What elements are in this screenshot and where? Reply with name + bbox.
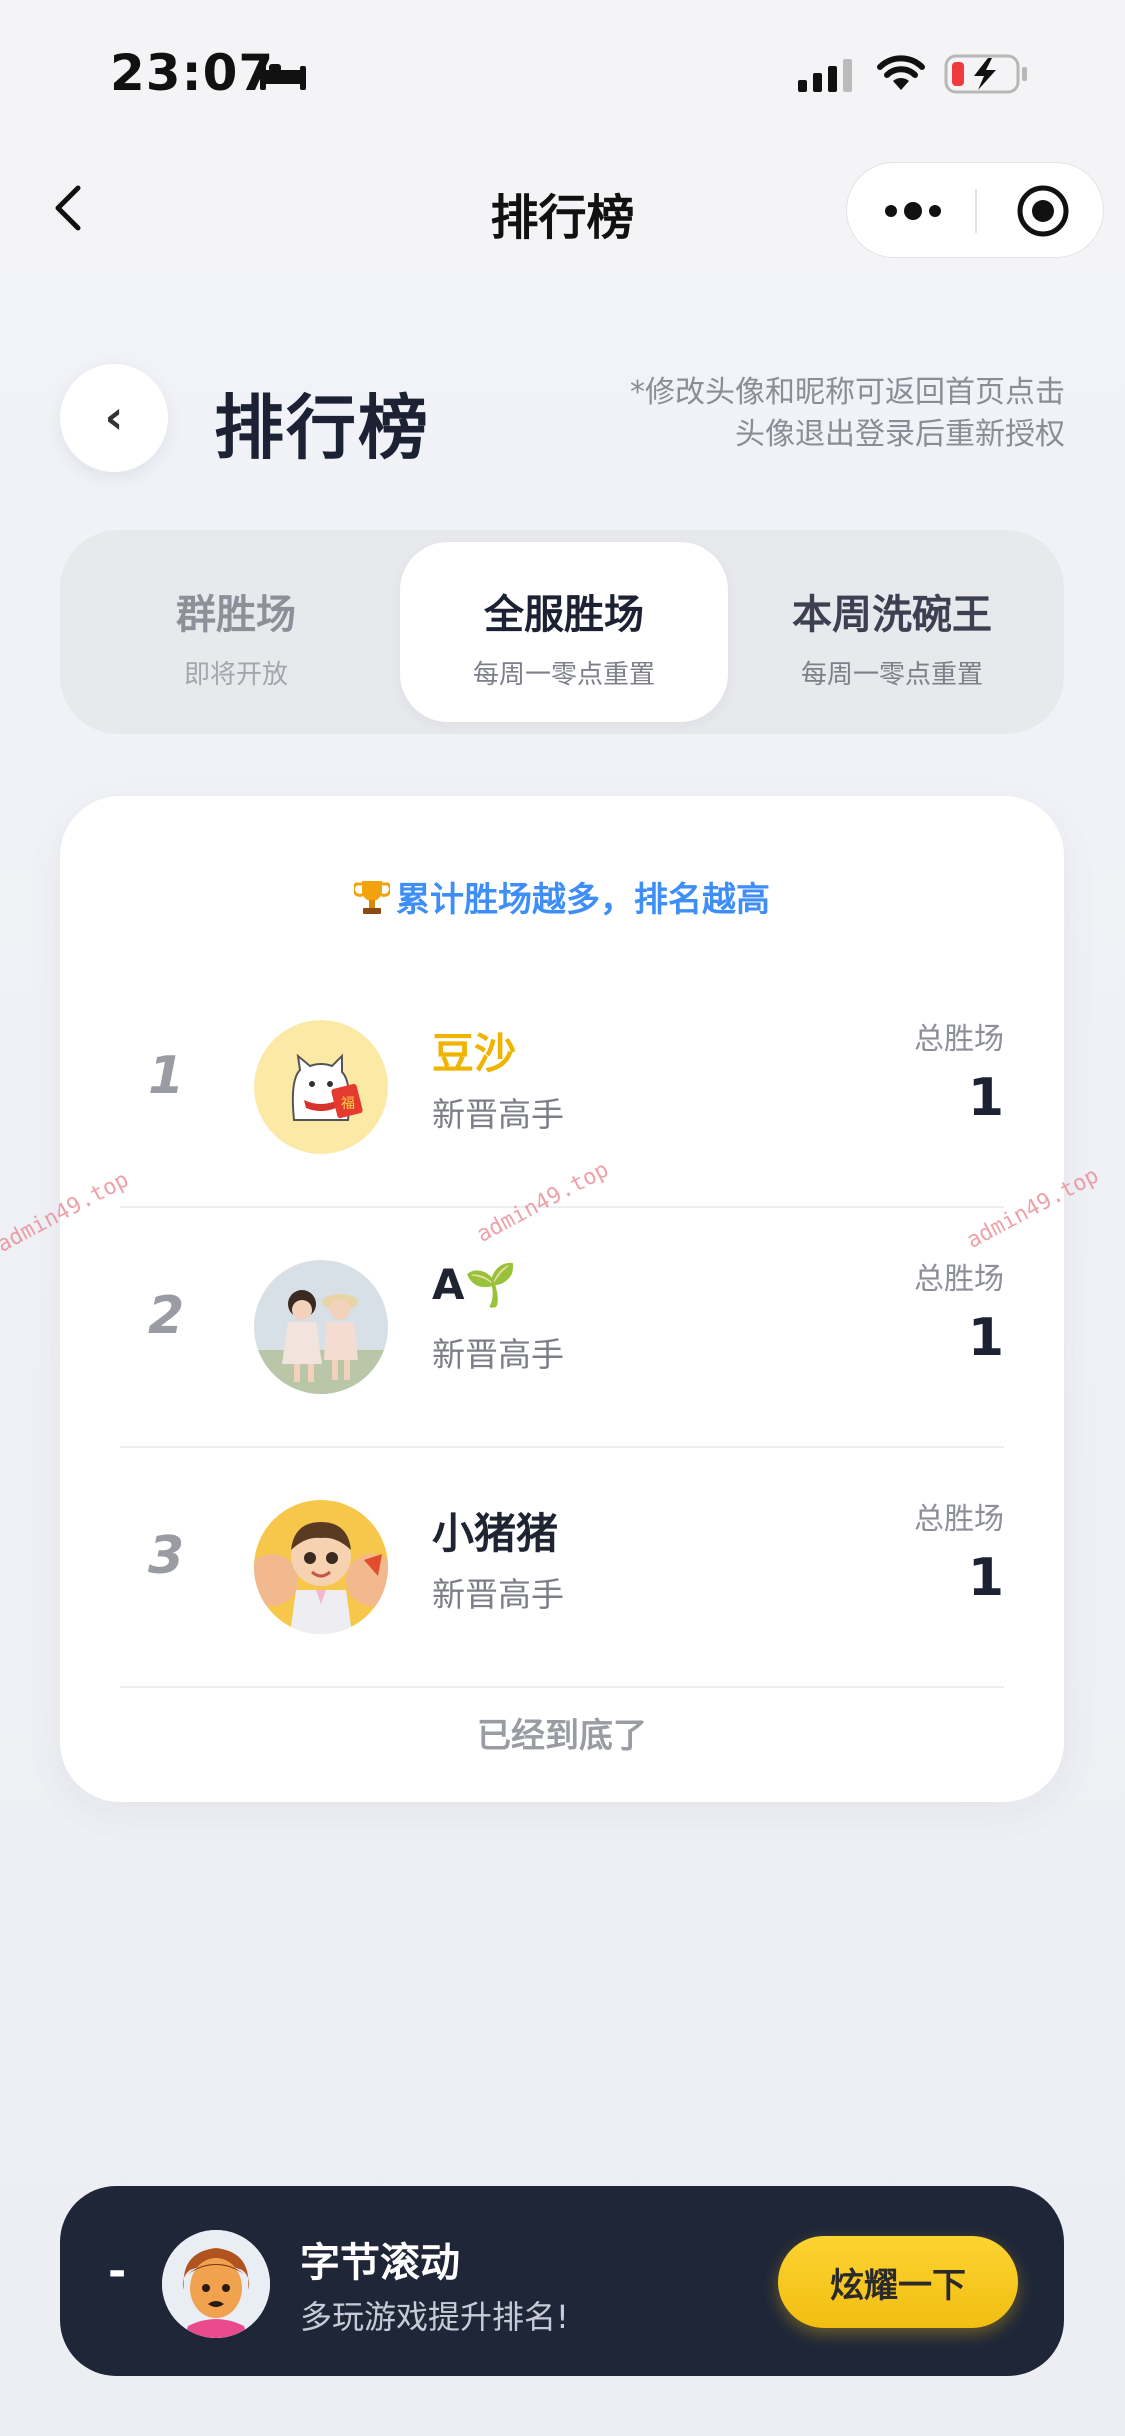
tab-sub: 每周一零点重置	[800, 660, 983, 690]
tab-label: 本周洗碗王	[792, 592, 992, 638]
player-level: 新晋高手	[432, 1575, 564, 1614]
status-bar: 23:07	[0, 0, 1125, 150]
signal-icon	[798, 59, 852, 92]
avatar	[162, 2230, 270, 2338]
avatar	[254, 1500, 388, 1634]
leaderboard-row[interactable]: 2 A🌱 新晋高手 总胜场 1	[120, 1208, 1004, 1448]
header-note-line1: *修改头像和昵称可返回首页点击	[630, 375, 1065, 410]
tab-group-wins[interactable]: 群胜场 即将开放	[72, 542, 400, 722]
my-name: 字节滚动	[300, 2240, 460, 2286]
row-divider	[120, 1686, 1004, 1688]
tab-global-wins[interactable]: 全服胜场 每周一零点重置	[400, 542, 728, 722]
my-rank-hint: 多玩游戏提升排名!	[300, 2298, 569, 2336]
leaderboard-row[interactable]: 1 福 豆沙 新晋高手 总胜场 1	[120, 968, 1004, 1208]
trophy-icon	[354, 881, 390, 914]
rank-number: 2	[148, 1286, 185, 1346]
leaderboard-row[interactable]: 3 小猪猪 新晋高手 总胜场 1	[120, 1448, 1004, 1688]
score-value: 1	[967, 1548, 1004, 1608]
target-icon[interactable]	[1015, 183, 1071, 239]
rank-number: 3	[148, 1526, 185, 1586]
leaderboard-tip-text: 累计胜场越多，排名越高	[396, 880, 770, 920]
leaderboard-card: 累计胜场越多，排名越高 1 福 豆沙 新晋高手 总胜场 1 2 A🌱 新晋高手 …	[60, 796, 1064, 1802]
avatar: 福	[254, 1020, 388, 1154]
my-rank-number: -	[108, 2246, 127, 2297]
leaderboard-tabs: 群胜场 即将开放 全服胜场 每周一零点重置 本周洗碗王 每周一零点重置	[60, 530, 1064, 734]
leaderboard-page: 23:07 排行榜 ‹ 排行榜 *修改头像和昵称可返回首页点击 头像退出登录后重…	[0, 0, 1125, 2436]
tab-label: 全服胜场	[484, 592, 644, 638]
leaderboard-tip: 累计胜场越多，排名越高	[60, 872, 1064, 921]
battery-charging-icon	[944, 54, 1027, 94]
header-note: *修改头像和昵称可返回首页点击 头像退出登录后重新授权	[605, 372, 1065, 456]
status-time: 23:07	[110, 44, 275, 102]
score-label: 总胜场	[914, 1502, 1004, 1537]
capsule-divider	[975, 189, 977, 233]
player-name: A🌱	[432, 1260, 517, 1309]
bed-icon	[260, 60, 306, 90]
player-name: 小猪猪	[432, 1509, 559, 1558]
score-value: 1	[967, 1068, 1004, 1128]
tab-sub: 每周一零点重置	[472, 660, 655, 690]
player-level: 新晋高手	[432, 1335, 564, 1374]
show-off-button[interactable]: 炫耀一下	[778, 2236, 1018, 2328]
tab-label: 群胜场	[176, 592, 296, 638]
score-label: 总胜场	[914, 1022, 1004, 1057]
tab-dishwash-king[interactable]: 本周洗碗王 每周一零点重置	[728, 542, 1056, 722]
more-dots-icon[interactable]	[881, 193, 945, 229]
rank-number: 1	[148, 1046, 185, 1106]
player-level: 新晋高手	[432, 1095, 564, 1134]
tab-sub: 即将开放	[183, 660, 288, 690]
navigation-bar: 排行榜	[0, 150, 1125, 272]
page-title: 排行榜	[214, 387, 430, 469]
avatar	[254, 1260, 388, 1394]
score-value: 1	[967, 1308, 1004, 1368]
player-name: 豆沙	[432, 1029, 517, 1078]
list-end-text: 已经到底了	[477, 1716, 647, 1756]
capsule-menu	[846, 162, 1104, 258]
wifi-icon	[877, 55, 925, 90]
my-rank-bar: - 字节滚动 多玩游戏提升排名! 炫耀一下	[60, 2186, 1064, 2376]
header-note-line2: 头像退出登录后重新授权	[735, 417, 1065, 452]
score-label: 总胜场	[914, 1262, 1004, 1297]
header-back-button[interactable]: ‹	[60, 364, 168, 472]
back-chevron-icon: ‹	[104, 390, 124, 444]
svg-text:福: 福	[341, 1096, 355, 1112]
